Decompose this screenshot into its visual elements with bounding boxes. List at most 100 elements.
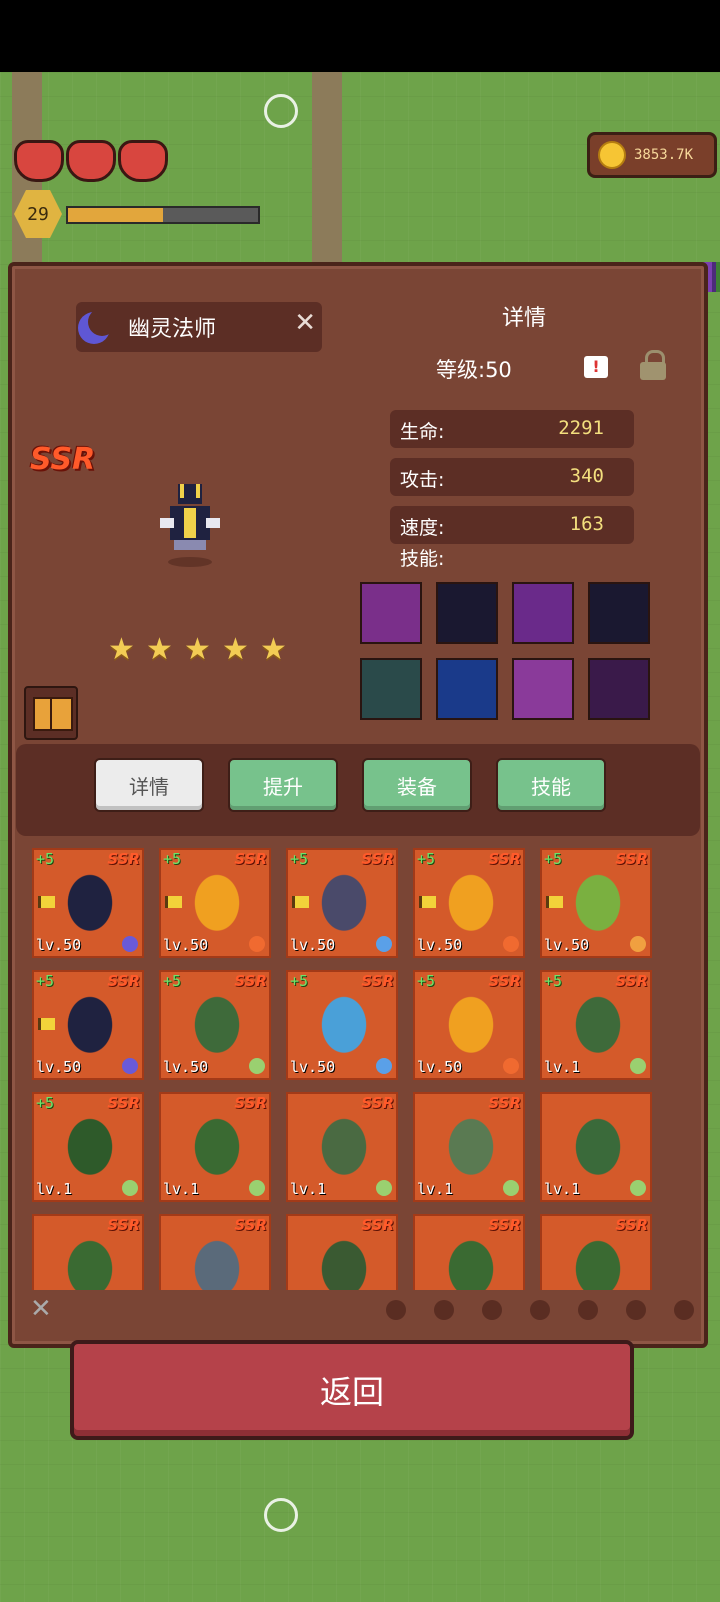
card-ssr-badge: SSR: [107, 850, 140, 868]
mask-skill-icon[interactable]: [512, 658, 574, 720]
eye-skill-icon[interactable]: [512, 582, 574, 644]
skills-label: 技能:: [400, 548, 445, 570]
hero-card[interactable]: +5 SSR lv.1: [32, 1092, 144, 1202]
heart-icon: [66, 140, 116, 182]
card-level: lv.50: [544, 936, 590, 954]
element-icon: [630, 1180, 646, 1196]
card-ssr-badge: SSR: [615, 972, 648, 990]
element-icon: [122, 1180, 138, 1196]
hero-level: 等级:50: [436, 358, 512, 382]
hero-card[interactable]: +5 SSR lv.50: [413, 848, 525, 958]
hero-name: 幽灵法师: [128, 317, 217, 342]
hero-card[interactable]: +5 SSR lv.50: [286, 970, 398, 1080]
hero-card-sprite: [443, 996, 499, 1060]
star-icon: ★: [260, 632, 287, 667]
element-icon: [376, 1180, 392, 1196]
element-icon: [122, 936, 138, 952]
card-level: lv.50: [163, 1058, 209, 1076]
card-level: lv.1: [417, 1180, 454, 1198]
coin-icon: [598, 141, 626, 169]
hero-card[interactable]: SSR: [32, 1214, 144, 1290]
coin-counter: 3853.7K: [587, 132, 717, 178]
drop-filter-icon[interactable]: [434, 1300, 454, 1320]
ssr-rarity-badge: SSR: [30, 442, 96, 477]
unlock-icon[interactable]: [640, 350, 666, 380]
arrow-skill-icon[interactable]: [436, 658, 498, 720]
tab-skills[interactable]: 技能: [496, 758, 606, 812]
fire-filter-icon[interactable]: [578, 1300, 598, 1320]
stone-path: [312, 72, 342, 262]
hero-card[interactable]: +5 SSR lv.1: [540, 970, 652, 1080]
flag-icon: [38, 1018, 55, 1030]
element-icon: [503, 936, 519, 952]
poison-skull-skill-icon[interactable]: [360, 658, 422, 720]
hero-card[interactable]: SSR lv.1: [159, 1092, 271, 1202]
moon-filter-icon[interactable]: [674, 1300, 694, 1320]
close-icon[interactable]: ✕: [294, 308, 316, 338]
card-plus-level: +5: [36, 1094, 55, 1112]
stat-speed: 速度: 163: [390, 506, 634, 544]
hero-card[interactable]: +5 SSR lv.50: [540, 848, 652, 958]
hero-card[interactable]: SSR: [413, 1214, 525, 1290]
card-level: lv.50: [163, 936, 209, 954]
element-icon: [249, 936, 265, 952]
star-icon: ★: [108, 632, 135, 667]
stat-label: 攻击:: [400, 469, 445, 491]
hero-card-sprite: [189, 996, 245, 1060]
card-ssr-badge: SSR: [234, 1094, 267, 1112]
card-plus-level: +5: [417, 972, 436, 990]
back-button[interactable]: 返回: [70, 1340, 634, 1440]
tab-upgrade[interactable]: 提升: [228, 758, 338, 812]
crosshair-skill-icon[interactable]: [436, 582, 498, 644]
hero-card[interactable]: SSR: [286, 1214, 398, 1290]
hero-card[interactable]: +5 SSR lv.50: [32, 848, 144, 958]
card-ssr-badge: SSR: [107, 972, 140, 990]
card-level: lv.50: [417, 936, 463, 954]
hero-card-sprite: [570, 874, 626, 938]
clear-filter-icon[interactable]: ✕: [30, 1294, 52, 1324]
skull-skill-icon[interactable]: [360, 582, 422, 644]
book-icon[interactable]: [24, 686, 78, 740]
hero-card-sprite: [62, 1118, 118, 1182]
hero-sprite: [160, 484, 220, 567]
hero-card[interactable]: SSR lv.1: [413, 1092, 525, 1202]
stat-label: 生命:: [400, 421, 445, 443]
hero-card-sprite: [189, 874, 245, 938]
alert-icon[interactable]: !: [584, 356, 608, 378]
hero-card-sprite: [316, 996, 372, 1060]
card-plus-level: +5: [290, 850, 309, 868]
hero-card[interactable]: lv.1: [540, 1092, 652, 1202]
xp-bar-fill: [68, 208, 163, 222]
hero-card[interactable]: SSR: [159, 1214, 271, 1290]
star-icon: ★: [146, 632, 173, 667]
stat-hp: 生命: 2291: [390, 410, 634, 448]
sun-filter-icon[interactable]: [626, 1300, 646, 1320]
water-filter-icon[interactable]: [482, 1300, 502, 1320]
hero-card[interactable]: +5 SSR lv.50: [159, 970, 271, 1080]
tab-equipment[interactable]: 装备: [362, 758, 472, 812]
tab-details[interactable]: 详情: [94, 758, 204, 812]
card-plus-level: +5: [36, 850, 55, 868]
heart-icon: [118, 140, 168, 182]
hero-card-sprite: [189, 1240, 245, 1290]
home-circle-icon[interactable]: [264, 1498, 298, 1532]
shadow-skill-icon[interactable]: [588, 658, 650, 720]
filter-bar: ✕: [12, 1288, 704, 1334]
detail-title: 详情: [502, 306, 547, 331]
hero-card[interactable]: +5 SSR lv.50: [32, 970, 144, 1080]
leaf-filter-icon[interactable]: [386, 1300, 406, 1320]
stat-label: 速度:: [400, 517, 445, 539]
hero-card-sprite: [189, 1118, 245, 1182]
hero-card[interactable]: +5 SSR lv.50: [413, 970, 525, 1080]
nav-circle-top[interactable]: [264, 94, 298, 128]
tornado-filter-icon[interactable]: [530, 1300, 550, 1320]
hero-card[interactable]: +5 SSR lv.50: [286, 848, 398, 958]
hero-card[interactable]: SSR lv.1: [286, 1092, 398, 1202]
bone-skill-icon[interactable]: [588, 582, 650, 644]
stat-value: 163: [569, 513, 604, 535]
hero-card[interactable]: SSR: [540, 1214, 652, 1290]
card-ssr-badge: SSR: [488, 850, 521, 868]
element-icon: [503, 1058, 519, 1074]
card-level: lv.1: [36, 1180, 73, 1198]
hero-card[interactable]: +5 SSR lv.50: [159, 848, 271, 958]
